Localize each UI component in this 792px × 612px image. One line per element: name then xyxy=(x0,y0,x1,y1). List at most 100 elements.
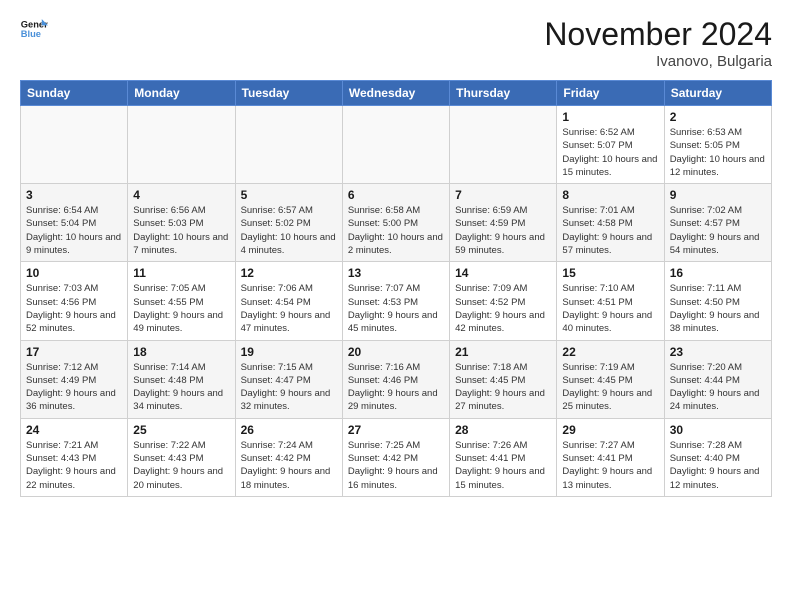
day-number: 1 xyxy=(562,110,658,124)
col-wednesday: Wednesday xyxy=(342,81,449,106)
day-cell xyxy=(450,106,557,184)
week-row-4: 24 Sunrise: 7:21 AM Sunset: 4:43 PM Dayli… xyxy=(21,418,772,496)
day-cell: 17Sunrise: 7:12 AM Sunset: 4:49 PM Dayli… xyxy=(21,340,128,418)
svg-text:Blue: Blue xyxy=(21,29,41,39)
day-cell xyxy=(21,106,128,184)
day-info: Sunrise: 7:22 AM Sunset: 4:43 PM Dayligh… xyxy=(133,439,229,492)
day-cell: 7Sunrise: 6:59 AM Sunset: 4:59 PM Daylig… xyxy=(450,184,557,262)
day-number: 5 xyxy=(241,188,337,202)
day-cell: 25 Sunrise: 7:22 AM Sunset: 4:43 PM Dayli… xyxy=(128,418,235,496)
day-info: Sunrise: 7:21 AM Sunset: 4:43 PM Dayligh… xyxy=(26,439,122,492)
week-row-3: 17Sunrise: 7:12 AM Sunset: 4:49 PM Dayli… xyxy=(21,340,772,418)
day-number: 18 xyxy=(133,345,229,359)
page: General Blue November 2024 Ivanovo, Bulg… xyxy=(0,0,792,507)
col-monday: Monday xyxy=(128,81,235,106)
col-sunday: Sunday xyxy=(21,81,128,106)
day-number: 24 xyxy=(26,423,122,437)
day-cell: 8Sunrise: 7:01 AM Sunset: 4:58 PM Daylig… xyxy=(557,184,664,262)
day-number: 19 xyxy=(241,345,337,359)
day-info: Sunrise: 7:11 AM Sunset: 4:50 PM Dayligh… xyxy=(670,282,766,335)
day-info: Sunrise: 7:05 AM Sunset: 4:55 PM Dayligh… xyxy=(133,282,229,335)
col-friday: Friday xyxy=(557,81,664,106)
day-cell: 30 Sunrise: 7:28 AM Sunset: 4:40 PM Dayli… xyxy=(664,418,771,496)
day-info: Sunrise: 7:09 AM Sunset: 4:52 PM Dayligh… xyxy=(455,282,551,335)
day-cell: 11 Sunrise: 7:05 AM Sunset: 4:55 PM Dayli… xyxy=(128,262,235,340)
day-info: Sunrise: 6:58 AM Sunset: 5:00 PM Dayligh… xyxy=(348,204,444,257)
calendar-table: Sunday Monday Tuesday Wednesday Thursday… xyxy=(20,80,772,497)
header-row: Sunday Monday Tuesday Wednesday Thursday… xyxy=(21,81,772,106)
day-cell: 12Sunrise: 7:06 AM Sunset: 4:54 PM Dayli… xyxy=(235,262,342,340)
day-info: Sunrise: 7:02 AM Sunset: 4:57 PM Dayligh… xyxy=(670,204,766,257)
day-number: 7 xyxy=(455,188,551,202)
day-info: Sunrise: 6:54 AM Sunset: 5:04 PM Dayligh… xyxy=(26,204,122,257)
title-block: November 2024 Ivanovo, Bulgaria xyxy=(544,16,772,70)
month-title: November 2024 xyxy=(544,16,772,53)
day-info: Sunrise: 7:16 AM Sunset: 4:46 PM Dayligh… xyxy=(348,361,444,414)
header: General Blue November 2024 Ivanovo, Bulg… xyxy=(20,16,772,70)
day-cell: 18 Sunrise: 7:14 AM Sunset: 4:48 PM Dayli… xyxy=(128,340,235,418)
day-info: Sunrise: 7:18 AM Sunset: 4:45 PM Dayligh… xyxy=(455,361,551,414)
day-cell: 27 Sunrise: 7:25 AM Sunset: 4:42 PM Dayli… xyxy=(342,418,449,496)
day-number: 21 xyxy=(455,345,551,359)
day-info: Sunrise: 7:07 AM Sunset: 4:53 PM Dayligh… xyxy=(348,282,444,335)
day-cell: 14 Sunrise: 7:09 AM Sunset: 4:52 PM Dayli… xyxy=(450,262,557,340)
day-info: Sunrise: 7:24 AM Sunset: 4:42 PM Dayligh… xyxy=(241,439,337,492)
day-number: 12 xyxy=(241,266,337,280)
day-cell: 13 Sunrise: 7:07 AM Sunset: 4:53 PM Dayli… xyxy=(342,262,449,340)
day-info: Sunrise: 6:57 AM Sunset: 5:02 PM Dayligh… xyxy=(241,204,337,257)
day-number: 23 xyxy=(670,345,766,359)
day-info: Sunrise: 7:26 AM Sunset: 4:41 PM Dayligh… xyxy=(455,439,551,492)
day-cell: 21 Sunrise: 7:18 AM Sunset: 4:45 PM Dayli… xyxy=(450,340,557,418)
day-cell: 19 Sunrise: 7:15 AM Sunset: 4:47 PM Dayli… xyxy=(235,340,342,418)
day-cell xyxy=(235,106,342,184)
day-number: 3 xyxy=(26,188,122,202)
day-info: Sunrise: 7:14 AM Sunset: 4:48 PM Dayligh… xyxy=(133,361,229,414)
day-number: 2 xyxy=(670,110,766,124)
day-number: 22 xyxy=(562,345,658,359)
logo-icon: General Blue xyxy=(20,16,48,44)
day-number: 10 xyxy=(26,266,122,280)
logo: General Blue xyxy=(20,16,48,44)
day-info: Sunrise: 7:12 AM Sunset: 4:49 PM Dayligh… xyxy=(26,361,122,414)
day-cell xyxy=(128,106,235,184)
day-number: 30 xyxy=(670,423,766,437)
day-info: Sunrise: 7:03 AM Sunset: 4:56 PM Dayligh… xyxy=(26,282,122,335)
col-thursday: Thursday xyxy=(450,81,557,106)
day-number: 11 xyxy=(133,266,229,280)
day-info: Sunrise: 7:15 AM Sunset: 4:47 PM Dayligh… xyxy=(241,361,337,414)
day-cell: 29Sunrise: 7:27 AM Sunset: 4:41 PM Dayli… xyxy=(557,418,664,496)
week-row-0: 1Sunrise: 6:52 AM Sunset: 5:07 PM Daylig… xyxy=(21,106,772,184)
day-cell: 4 Sunrise: 6:56 AM Sunset: 5:03 PM Daylig… xyxy=(128,184,235,262)
day-number: 16 xyxy=(670,266,766,280)
day-cell: 16 Sunrise: 7:11 AM Sunset: 4:50 PM Dayli… xyxy=(664,262,771,340)
day-info: Sunrise: 6:56 AM Sunset: 5:03 PM Dayligh… xyxy=(133,204,229,257)
day-info: Sunrise: 7:20 AM Sunset: 4:44 PM Dayligh… xyxy=(670,361,766,414)
day-number: 4 xyxy=(133,188,229,202)
day-number: 6 xyxy=(348,188,444,202)
day-number: 13 xyxy=(348,266,444,280)
day-info: Sunrise: 7:19 AM Sunset: 4:45 PM Dayligh… xyxy=(562,361,658,414)
day-number: 25 xyxy=(133,423,229,437)
day-number: 28 xyxy=(455,423,551,437)
day-number: 14 xyxy=(455,266,551,280)
day-number: 15 xyxy=(562,266,658,280)
day-info: Sunrise: 6:53 AM Sunset: 5:05 PM Dayligh… xyxy=(670,126,766,179)
week-row-1: 3 Sunrise: 6:54 AM Sunset: 5:04 PM Daylig… xyxy=(21,184,772,262)
day-cell: 3 Sunrise: 6:54 AM Sunset: 5:04 PM Daylig… xyxy=(21,184,128,262)
day-cell xyxy=(342,106,449,184)
day-number: 20 xyxy=(348,345,444,359)
day-info: Sunrise: 7:28 AM Sunset: 4:40 PM Dayligh… xyxy=(670,439,766,492)
location: Ivanovo, Bulgaria xyxy=(544,53,772,70)
day-cell: 24 Sunrise: 7:21 AM Sunset: 4:43 PM Dayli… xyxy=(21,418,128,496)
day-number: 27 xyxy=(348,423,444,437)
day-number: 9 xyxy=(670,188,766,202)
day-info: Sunrise: 7:25 AM Sunset: 4:42 PM Dayligh… xyxy=(348,439,444,492)
day-number: 26 xyxy=(241,423,337,437)
week-row-2: 10 Sunrise: 7:03 AM Sunset: 4:56 PM Dayli… xyxy=(21,262,772,340)
day-cell: 5 Sunrise: 6:57 AM Sunset: 5:02 PM Daylig… xyxy=(235,184,342,262)
day-cell: 2 Sunrise: 6:53 AM Sunset: 5:05 PM Daylig… xyxy=(664,106,771,184)
day-cell: 28 Sunrise: 7:26 AM Sunset: 4:41 PM Dayli… xyxy=(450,418,557,496)
day-cell: 23 Sunrise: 7:20 AM Sunset: 4:44 PM Dayli… xyxy=(664,340,771,418)
day-number: 8 xyxy=(562,188,658,202)
day-info: Sunrise: 7:27 AM Sunset: 4:41 PM Dayligh… xyxy=(562,439,658,492)
